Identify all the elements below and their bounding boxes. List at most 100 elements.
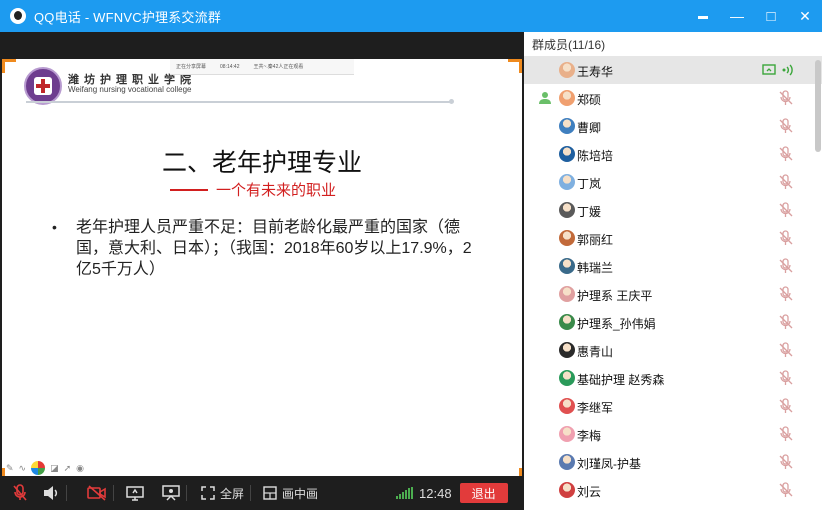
share-screen-button[interactable] xyxy=(126,485,144,501)
mic-muted-icon xyxy=(778,146,794,162)
member-row[interactable]: 丁媛 xyxy=(524,196,822,224)
member-name: 陈培培 xyxy=(577,149,614,163)
mic-muted-icon xyxy=(778,230,794,246)
share-screen-icon xyxy=(126,486,144,501)
mic-muted-icon xyxy=(13,484,27,501)
member-name: 丁媛 xyxy=(577,205,602,219)
fullscreen-button[interactable]: 全屏 xyxy=(201,485,244,502)
member-row[interactable]: 郭丽红 xyxy=(524,224,822,252)
member-row[interactable]: 丁岚 xyxy=(524,168,822,196)
eraser-icon[interactable]: ◪ xyxy=(50,463,59,474)
avatar xyxy=(559,314,575,330)
member-name: 李梅 xyxy=(577,429,602,443)
slide-subtitle: 一个有未来的职业 xyxy=(170,179,336,200)
pip-label: 画中画 xyxy=(282,486,319,501)
record-icon[interactable]: ◉ xyxy=(76,463,84,474)
header-divider xyxy=(26,99,454,104)
qq-logo-icon xyxy=(10,8,26,24)
avatar xyxy=(559,342,575,358)
member-name: 郑硕 xyxy=(577,93,602,107)
fullscreen-icon xyxy=(201,486,215,500)
member-row[interactable]: 郑硕 xyxy=(524,84,822,112)
pip-icon xyxy=(263,486,277,500)
curve-icon[interactable]: ∿ xyxy=(19,463,27,474)
avatar xyxy=(559,398,575,414)
slide-title: 二、老年护理专业 xyxy=(161,149,362,177)
member-name: 刘云 xyxy=(577,485,602,499)
college-name-en: Weifang nursing vocational college xyxy=(68,85,192,94)
member-count-header: 群成员(11/16) xyxy=(532,37,606,52)
maximize-button[interactable]: □ xyxy=(754,0,788,32)
avatar xyxy=(559,426,575,442)
pen-icon[interactable]: ✎ xyxy=(6,463,14,474)
college-logo xyxy=(24,67,62,105)
member-row[interactable]: 刘瑾凤-护基 xyxy=(524,448,822,476)
member-row[interactable]: 曹卿 xyxy=(524,112,822,140)
member-name: 刘瑾凤-护基 xyxy=(577,457,641,471)
member-row[interactable]: 韩瑞兰 xyxy=(524,252,822,280)
mic-muted-icon xyxy=(778,398,794,414)
sharing-status-bar: 正在分享屏幕 08:14:42 王共~.秦42人正在观看 xyxy=(170,59,354,75)
close-button[interactable]: ✕ xyxy=(788,0,822,32)
mic-muted-icon xyxy=(778,286,794,302)
mic-muted-button[interactable] xyxy=(12,484,28,502)
mic-muted-icon xyxy=(778,174,794,190)
speaker-button[interactable] xyxy=(42,485,60,501)
viewer-info: 王共~.秦42人正在观看 xyxy=(253,64,304,70)
frame-corner xyxy=(2,59,16,73)
picture-in-picture-button[interactable]: 画中画 xyxy=(263,485,318,502)
sharing-label: 正在分享屏幕 xyxy=(176,64,207,70)
avatar xyxy=(559,202,575,218)
presentation-icon xyxy=(162,485,180,501)
pointer-icon[interactable]: ➚ xyxy=(64,463,72,474)
avatar xyxy=(559,454,575,470)
pin-button[interactable]: ▬ xyxy=(686,0,720,32)
member-row[interactable]: 陈培培 xyxy=(524,140,822,168)
camera-off-button[interactable] xyxy=(87,485,107,501)
member-row[interactable]: 王寿华 xyxy=(524,56,822,84)
user-marker-icon xyxy=(538,91,552,105)
avatar xyxy=(559,286,575,302)
avatar xyxy=(559,230,575,246)
mic-muted-icon xyxy=(778,118,794,134)
avatar xyxy=(559,90,575,106)
sharing-time: 08:14:42 xyxy=(220,63,240,70)
mic-muted-icon xyxy=(778,202,794,218)
frame-corner xyxy=(508,59,522,73)
member-name: 王寿华 xyxy=(577,65,614,79)
member-name: 李继军 xyxy=(577,401,614,415)
presentation-button[interactable] xyxy=(162,485,180,501)
shared-screen-area[interactable]: 潍坊护理职业学院 Weifang nursing vocational coll… xyxy=(0,32,524,510)
member-panel: 群成员(11/16) 王寿华郑硕曹卿陈培培丁岚丁媛郭丽红韩瑞兰护理系 王庆平 护理… xyxy=(524,32,822,510)
exit-button[interactable]: 退出 xyxy=(459,483,508,503)
member-row[interactable]: 护理系 王庆平 xyxy=(524,280,822,308)
member-name: 曹卿 xyxy=(577,121,602,135)
mic-muted-icon xyxy=(778,90,794,106)
member-name: 韩瑞兰 xyxy=(577,261,614,275)
member-list-scrollbar[interactable] xyxy=(815,60,821,152)
member-row[interactable]: 刘云 xyxy=(524,476,822,504)
speaking-icon xyxy=(780,62,796,78)
screen-sharing-icon xyxy=(762,62,778,78)
signal-strength-icon xyxy=(396,487,414,499)
title-bar: QQ电话 - WFNVC护理系交流群 ▬ — □ ✕ xyxy=(0,0,822,32)
color-picker-icon[interactable] xyxy=(31,461,46,475)
avatar xyxy=(559,62,575,78)
avatar xyxy=(559,258,575,274)
member-row[interactable]: 李梅 xyxy=(524,420,822,448)
member-name: 惠青山 xyxy=(577,345,614,359)
member-name: 护理系 王庆平 xyxy=(577,289,653,303)
avatar xyxy=(559,146,575,162)
member-name: 基础护理 赵秀森 xyxy=(577,373,665,387)
member-row[interactable]: 护理系_孙伟娟 xyxy=(524,308,822,336)
minimize-button[interactable]: — xyxy=(720,0,754,32)
member-name: 丁岚 xyxy=(577,177,602,191)
call-duration: 12:48 xyxy=(419,485,452,501)
mic-muted-icon xyxy=(778,314,794,330)
member-name: 护理系_孙伟娟 xyxy=(577,317,656,331)
member-row[interactable]: 基础护理 赵秀森 xyxy=(524,364,822,392)
member-row[interactable]: 惠青山 xyxy=(524,336,822,364)
avatar xyxy=(559,174,575,190)
window-controls: ▬ — □ ✕ xyxy=(686,0,822,32)
member-row[interactable]: 李继军 xyxy=(524,392,822,420)
